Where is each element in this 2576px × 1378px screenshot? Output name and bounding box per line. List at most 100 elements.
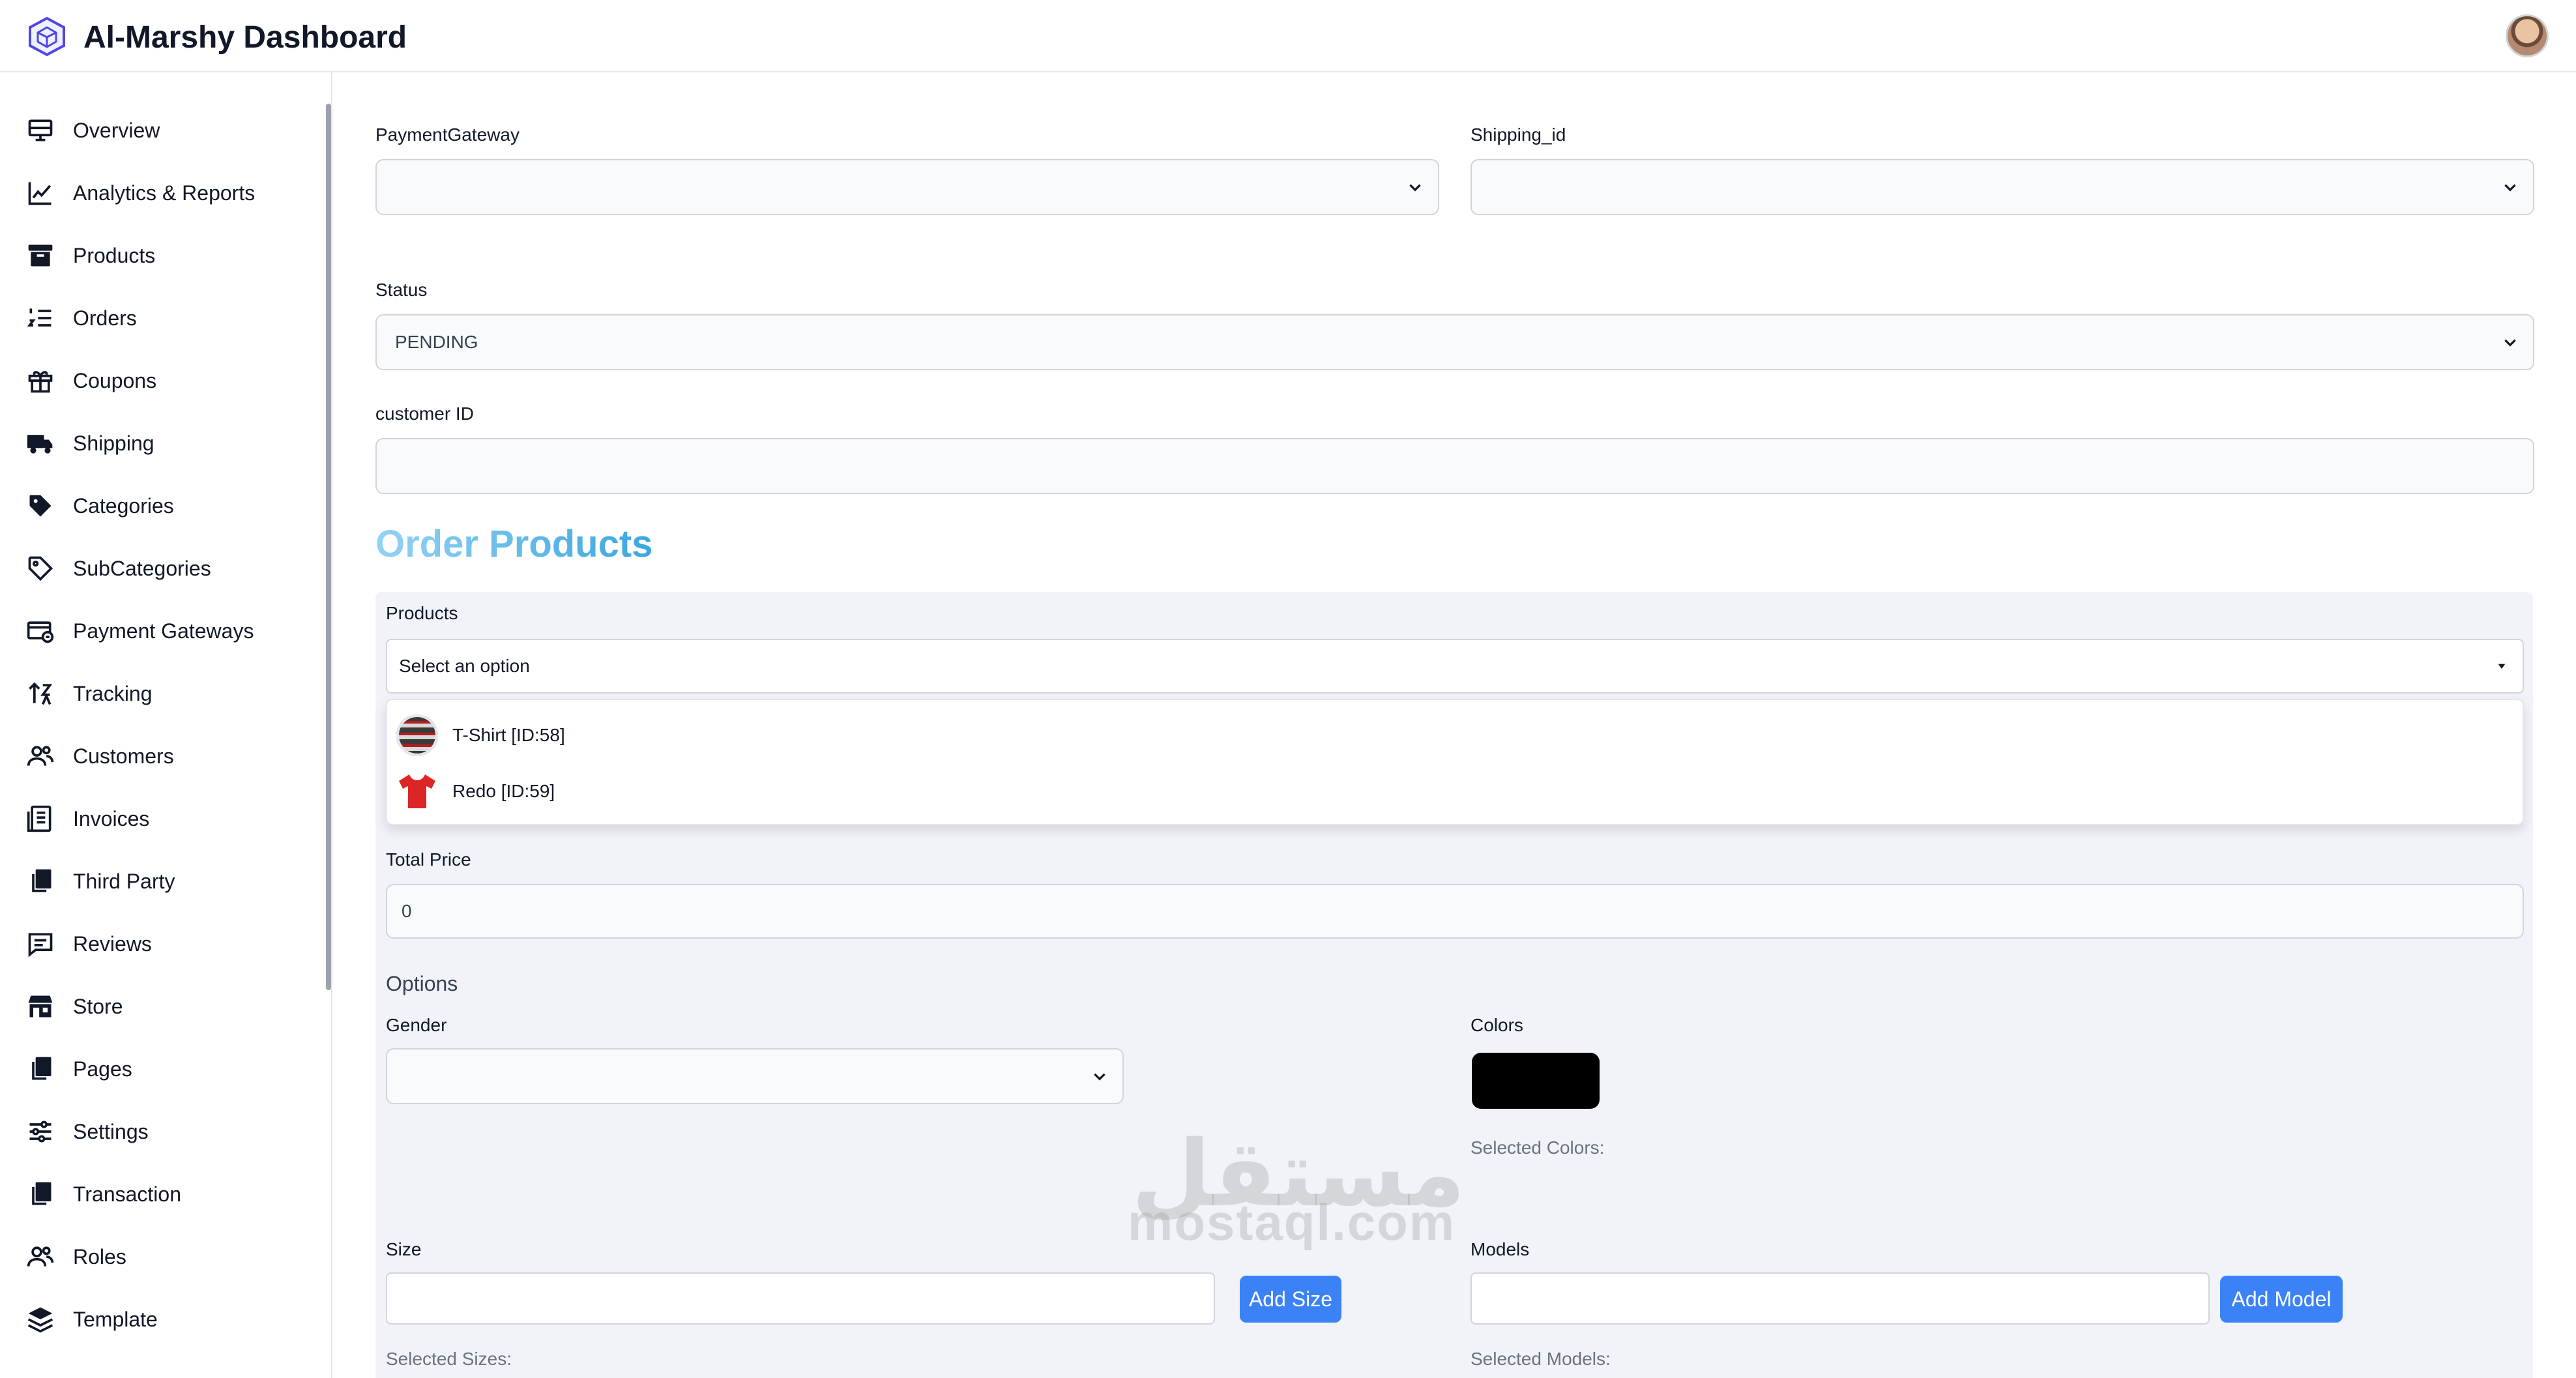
sidebar-item-orders[interactable]: Orders xyxy=(26,299,137,338)
gender-label: Gender xyxy=(386,1015,447,1035)
color-picker-swatch[interactable] xyxy=(1472,1053,1600,1109)
sidebar-item-label: Orders xyxy=(73,306,137,330)
colors-label: Colors xyxy=(1471,1015,1523,1035)
product-option-label: Redo [ID:59] xyxy=(452,781,555,801)
sidebar-item-pages[interactable]: Pages xyxy=(26,1049,132,1089)
top-header: Al-Marshy Dashboard xyxy=(0,0,2576,72)
sliders-icon xyxy=(29,1121,51,1143)
customer-id-label: customer ID xyxy=(375,403,474,424)
tshirt-thumbnail xyxy=(396,714,438,756)
sidebar-item-label: Coupons xyxy=(73,368,157,392)
sidebar-item-coupons[interactable]: Coupons xyxy=(26,361,156,400)
tag-filled-icon xyxy=(29,495,51,517)
sidebar-item-label: Transaction xyxy=(73,1182,181,1206)
sidebar-item-reviews[interactable]: Reviews xyxy=(26,924,152,963)
store-icon xyxy=(28,995,53,1018)
chat-icon xyxy=(28,933,53,958)
payment-card-icon xyxy=(27,621,54,643)
products-select-placeholder: Select an option xyxy=(399,656,530,676)
product-option-label: T-Shirt [ID:58] xyxy=(452,725,565,745)
sidebar-item-template[interactable]: Template xyxy=(26,1300,158,1339)
users-icon xyxy=(27,746,54,766)
models-input[interactable] xyxy=(1471,1272,2210,1325)
archive-box-icon xyxy=(28,244,53,267)
options-heading: Options xyxy=(386,972,458,995)
sidebar-item-label: Payment Gateways xyxy=(73,619,254,643)
sidebar-item-label: Products xyxy=(73,243,156,267)
selected-sizes-label: Selected Sizes: xyxy=(386,1349,512,1369)
monitor-icon xyxy=(28,119,53,141)
sidebar-item-products[interactable]: Products xyxy=(26,236,155,275)
sidebar-item-label: Third Party xyxy=(73,869,175,893)
sidebar-item-label: Analytics & Reports xyxy=(73,181,256,205)
sidebar-item-shipping[interactable]: Shipping xyxy=(26,424,154,463)
sidebar-item-overview[interactable]: Overview xyxy=(26,111,160,150)
sidebar-item-customers[interactable]: Customers xyxy=(26,737,174,776)
caret-down-icon xyxy=(2498,664,2506,669)
sidebar-item-tracking[interactable]: Tracking xyxy=(26,674,153,713)
sidebar-item-store[interactable]: Store xyxy=(26,987,123,1026)
sidebar-item-settings[interactable]: Settings xyxy=(26,1112,149,1151)
tag-outline-icon xyxy=(28,556,53,581)
sidebar-item-analytics[interactable]: Analytics & Reports xyxy=(26,173,255,213)
red-shirt-thumbnail xyxy=(399,774,435,808)
sidebar-scrollbar[interactable] xyxy=(326,104,331,990)
payment-gateway-select[interactable] xyxy=(375,159,1439,215)
product-option[interactable]: Redo [ID:59] xyxy=(396,765,555,817)
sidebar-item-label: Customers xyxy=(73,744,174,768)
chevron-down-icon xyxy=(1409,184,1421,192)
sidebar-item-payment-gateways[interactable]: Payment Gateways xyxy=(26,611,254,651)
sidebar: Overview Analytics & Reports Products Or… xyxy=(0,72,332,1378)
total-price-label: Total Price xyxy=(386,849,471,870)
products-label: Products xyxy=(386,603,458,623)
sidebar-item-label: Pages xyxy=(73,1057,132,1081)
payment-gateway-label: PaymentGateway xyxy=(375,125,520,145)
status-value: PENDING xyxy=(395,332,478,352)
size-label: Size xyxy=(386,1239,422,1259)
sidebar-item-label: Tracking xyxy=(73,681,153,705)
sidebar-item-third-party[interactable]: Third Party xyxy=(26,862,175,901)
add-size-button[interactable]: Add Size xyxy=(1240,1276,1341,1323)
users-icon xyxy=(27,1246,54,1267)
shipping-id-select[interactable] xyxy=(1471,159,2534,215)
chevron-down-icon xyxy=(1094,1073,1105,1081)
copy-docs-icon xyxy=(32,1057,51,1080)
copy-docs-icon xyxy=(32,869,51,892)
sidebar-item-label: Template xyxy=(73,1307,158,1331)
total-price-input[interactable]: 0 xyxy=(386,884,2524,939)
sidebar-item-transaction[interactable]: Transaction xyxy=(26,1175,181,1214)
add-model-button[interactable]: Add Model xyxy=(2220,1276,2343,1323)
status-select[interactable]: PENDING xyxy=(375,314,2534,370)
sidebar-item-label: Overview xyxy=(73,118,160,142)
sidebar-item-subcategories[interactable]: SubCategories xyxy=(26,549,211,588)
user-avatar[interactable] xyxy=(2506,14,2549,57)
customer-id-input[interactable] xyxy=(375,438,2534,494)
cube-logo-icon[interactable] xyxy=(26,16,68,57)
sidebar-item-label: Categories xyxy=(73,493,174,518)
sidebar-item-label: Store xyxy=(73,994,123,1018)
truck-icon xyxy=(27,435,53,454)
layers-icon xyxy=(27,1307,53,1333)
sidebar-item-categories[interactable]: Categories xyxy=(26,486,174,525)
order-products-title: Order Products xyxy=(375,523,653,565)
app-title: Al-Marshy Dashboard xyxy=(83,20,407,55)
sidebar-item-label: Invoices xyxy=(73,806,150,830)
sidebar-item-invoices[interactable]: Invoices xyxy=(26,799,149,838)
sidebar-item-roles[interactable]: Roles xyxy=(26,1237,126,1276)
gift-icon xyxy=(28,371,53,393)
products-dropdown: T-Shirt [ID:58] Redo [ID:59] xyxy=(386,699,2524,825)
products-select[interactable]: Select an option xyxy=(386,639,2524,694)
copy-docs-icon xyxy=(32,1182,51,1205)
size-input[interactable] xyxy=(386,1272,1215,1325)
selected-models-label: Selected Models: xyxy=(1471,1349,1611,1369)
sort-arrows-icon xyxy=(29,682,53,705)
gender-select[interactable] xyxy=(386,1048,1124,1104)
sidebar-item-label: Shipping xyxy=(73,431,154,455)
numbered-list-icon xyxy=(27,308,51,327)
total-price-value: 0 xyxy=(402,901,412,921)
chevron-down-icon xyxy=(2504,339,2516,347)
sidebar-item-label: Reviews xyxy=(73,931,152,956)
sidebar-item-label: Roles xyxy=(73,1244,126,1268)
product-option[interactable]: T-Shirt [ID:58] xyxy=(396,709,565,761)
invoice-icon xyxy=(27,805,51,832)
